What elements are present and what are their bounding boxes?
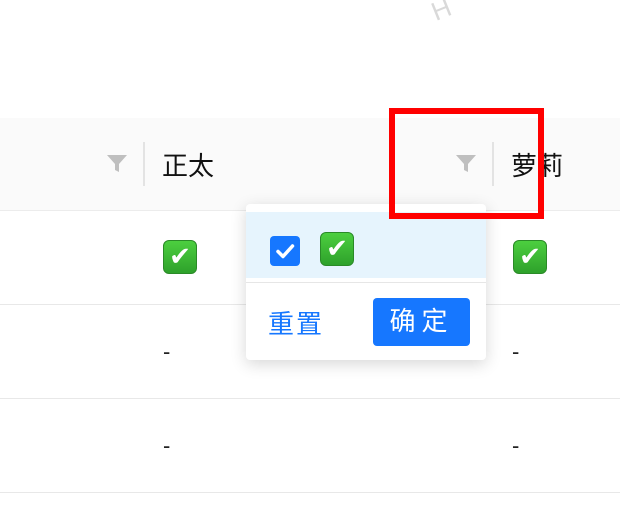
checkbox-checked-icon[interactable]	[270, 236, 300, 266]
divider	[246, 282, 486, 283]
empty-cell-dash: -	[512, 433, 520, 458]
reset-button[interactable]: 重置	[268, 302, 324, 348]
table-row: - -	[0, 399, 620, 493]
check-mark-icon: ✔	[163, 240, 197, 274]
column-divider	[143, 142, 145, 186]
filter-icon[interactable]	[106, 152, 128, 174]
check-mark-icon: ✔	[513, 240, 547, 274]
column-title-zhengtai: 正太	[162, 152, 215, 182]
watermark: H	[426, 0, 457, 27]
empty-cell-dash: -	[512, 339, 520, 364]
check-mark-icon: ✔	[320, 232, 354, 266]
empty-cell-dash: -	[163, 433, 171, 458]
filter-dropdown: ✔ 重置 确定	[246, 204, 486, 360]
empty-cell-dash: -	[163, 339, 171, 364]
filter-option[interactable]: ✔	[246, 212, 486, 278]
confirm-button[interactable]: 确定	[373, 298, 470, 346]
highlight-box	[389, 108, 544, 219]
